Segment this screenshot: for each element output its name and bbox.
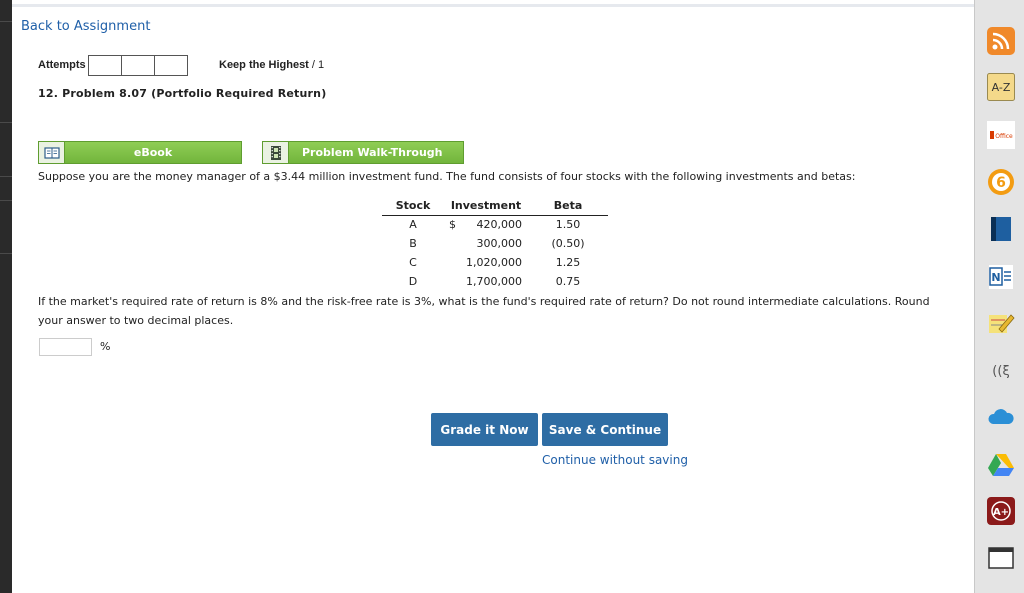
strip-notch bbox=[0, 21, 12, 22]
stock-cell: D bbox=[408, 275, 418, 288]
header-investment: Investment bbox=[444, 197, 528, 216]
investment-cell: $420,000 bbox=[444, 215, 528, 234]
extensions-sidebar: A-Z Office 6 N ((ξ A+ bbox=[974, 0, 1024, 593]
attempts-label: Attempts bbox=[38, 59, 86, 71]
speech-icon[interactable]: ((ξ bbox=[987, 356, 1015, 384]
strip-notch bbox=[0, 200, 12, 201]
question-prompt: If the market's required rate of return … bbox=[38, 295, 930, 327]
investment-cell: 1,700,000 bbox=[466, 275, 522, 288]
stock-cell: A bbox=[409, 218, 417, 232]
table-row: D 1,700,000 0.75 bbox=[382, 272, 608, 291]
table-header-row: Stock Investment Beta bbox=[382, 197, 608, 216]
screen-icon[interactable] bbox=[987, 544, 1015, 572]
left-window-strip bbox=[0, 0, 12, 593]
notepad-pencil-icon[interactable] bbox=[987, 309, 1015, 337]
question-intro: Suppose you are the money manager of a $… bbox=[38, 170, 856, 183]
beta-cell: 0.75 bbox=[555, 275, 581, 288]
attempts-total: / 1 bbox=[308, 59, 325, 71]
office-icon[interactable]: Office bbox=[987, 121, 1015, 149]
table-row: A $420,000 1.50 bbox=[382, 215, 608, 234]
table-row: C 1,020,000 1.25 bbox=[382, 253, 608, 272]
a-z-icon[interactable]: A-Z bbox=[987, 73, 1015, 101]
strip-notch bbox=[0, 122, 12, 123]
beta-cell: 1.50 bbox=[555, 218, 581, 232]
table-row: B 300,000 (0.50) bbox=[382, 234, 608, 253]
investment-cell: 300,000 bbox=[476, 237, 523, 250]
assignment-page: Back to Assignment Attempts Keep the Hig… bbox=[12, 0, 974, 593]
attempt-box bbox=[88, 55, 122, 76]
ebook-label: eBook bbox=[133, 146, 173, 159]
stock-cell: B bbox=[409, 237, 417, 250]
six-icon[interactable]: 6 bbox=[987, 168, 1015, 196]
header-stock: Stock bbox=[382, 197, 444, 216]
stocks-table: Stock Investment Beta A $420,000 1.50 B … bbox=[382, 197, 608, 291]
keep-highest-label: Keep the Highest / 1 bbox=[219, 59, 324, 71]
answer-input[interactable] bbox=[39, 338, 92, 356]
problem-walk-through-button[interactable]: Problem Walk-Through bbox=[262, 141, 464, 164]
attempt-box bbox=[121, 55, 155, 76]
currency-symbol: $ bbox=[449, 218, 456, 232]
book-icon[interactable] bbox=[987, 215, 1015, 243]
beta-cell: (0.50) bbox=[551, 237, 585, 250]
six-icon-text: 6 bbox=[996, 175, 1006, 191]
attempt-boxes bbox=[88, 55, 188, 76]
drive-icon[interactable] bbox=[987, 450, 1015, 478]
save-and-continue-button[interactable]: Save & Continue bbox=[542, 413, 668, 446]
walk-through-label: Problem Walk-Through bbox=[302, 146, 443, 159]
top-rule bbox=[12, 4, 974, 7]
attempt-box bbox=[154, 55, 188, 76]
ebook-button[interactable]: eBook bbox=[38, 141, 242, 164]
a-z-icon-text: A-Z bbox=[992, 81, 1011, 94]
grade-it-now-button[interactable]: Grade it Now bbox=[431, 413, 538, 446]
rss-icon-bg bbox=[987, 27, 1015, 55]
beta-cell: 1.25 bbox=[555, 256, 581, 269]
back-to-assignment-link[interactable]: Back to Assignment bbox=[21, 19, 150, 34]
cloud-icon[interactable] bbox=[987, 403, 1015, 431]
continue-without-saving-link[interactable]: Continue without saving bbox=[542, 453, 688, 467]
stock-cell: C bbox=[409, 256, 417, 269]
strip-notch bbox=[0, 176, 12, 177]
office-icon-text: Office bbox=[995, 133, 1013, 140]
keep-highest-text: Keep the Highest bbox=[219, 59, 309, 71]
investment-cell: 1,020,000 bbox=[466, 256, 522, 269]
problem-title: 12. Problem 8.07 (Portfolio Required Ret… bbox=[38, 87, 327, 100]
a-plus-icon-text: A+ bbox=[993, 507, 1009, 518]
strip-notch bbox=[0, 253, 12, 254]
rss-icon[interactable] bbox=[987, 27, 1015, 55]
notes-icon[interactable]: N bbox=[987, 263, 1015, 291]
percent-unit: % bbox=[100, 340, 111, 353]
speech-icon-text: ((ξ bbox=[992, 364, 1009, 379]
header-beta: Beta bbox=[528, 197, 608, 216]
notes-icon-text: N bbox=[991, 271, 1000, 284]
investment-value: 420,000 bbox=[476, 218, 523, 232]
a-plus-icon[interactable]: A+ bbox=[987, 497, 1015, 525]
book-open-icon bbox=[39, 142, 65, 163]
film-strip-icon bbox=[263, 142, 289, 163]
